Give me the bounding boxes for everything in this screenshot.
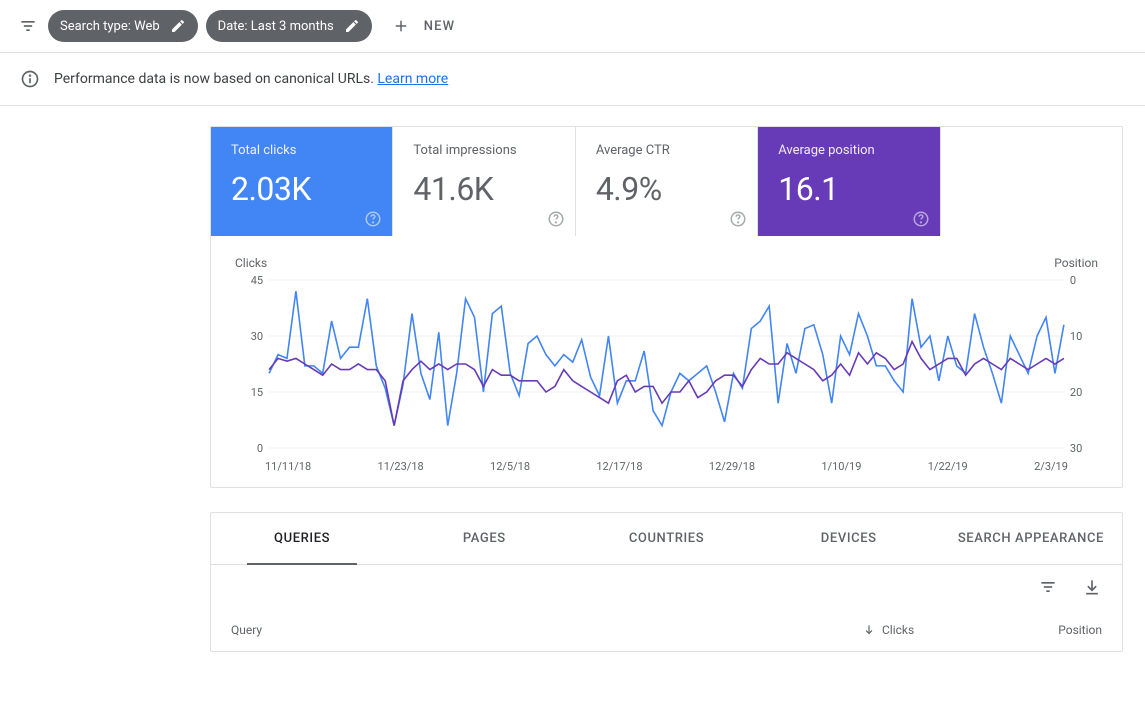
chart-x-labels: 11/11/18 11/23/18 12/5/18 12/17/18 12/29/18 1…	[235, 460, 1098, 473]
col-clicks[interactable]: Clicks	[862, 623, 1002, 637]
x-tick-label: 12/5/18	[490, 460, 530, 473]
search-type-label: Search type: Web	[60, 19, 160, 34]
svg-text:20: 20	[1070, 386, 1082, 399]
x-tick-label: 12/29/18	[709, 460, 755, 473]
filter-list-icon[interactable]	[16, 14, 40, 38]
metric-ctr-label: Average CTR	[596, 143, 737, 158]
filter-bar: Search type: Web Date: Last 3 months NEW	[0, 0, 1145, 53]
metric-ctr[interactable]: Average CTR 4.9%	[576, 127, 758, 236]
info-icon	[20, 69, 40, 89]
tab-search appearance[interactable]: SEARCH APPEARANCE	[940, 513, 1122, 564]
learn-more-link[interactable]: Learn more	[377, 71, 448, 87]
svg-text:30: 30	[1070, 442, 1082, 454]
help-icon[interactable]	[729, 210, 747, 228]
x-tick-label: 2/3/19	[1034, 460, 1068, 473]
x-tick-label: 1/10/19	[821, 460, 861, 473]
metric-position-label: Average position	[778, 143, 919, 158]
tab-queries[interactable]: QUERIES	[211, 513, 393, 564]
metric-position[interactable]: Average position 16.1	[758, 127, 940, 236]
plus-icon	[392, 17, 410, 35]
performance-chart[interactable]: 45 30 15 0 0 10 20 30	[235, 274, 1098, 454]
metric-ctr-value: 4.9%	[596, 170, 737, 208]
help-icon[interactable]	[912, 210, 930, 228]
svg-text:15: 15	[251, 386, 263, 399]
new-label: NEW	[424, 19, 456, 34]
queries-card: QUERIESPAGESCOUNTRIESDEVICESSEARCH APPEA…	[210, 512, 1123, 652]
x-tick-label: 1/22/19	[928, 460, 968, 473]
metric-impressions-label: Total impressions	[413, 143, 554, 158]
metric-empty	[941, 127, 1122, 236]
edit-icon	[344, 18, 360, 34]
date-chip[interactable]: Date: Last 3 months	[206, 10, 372, 42]
col-query[interactable]: Query	[231, 623, 862, 637]
svg-text:0: 0	[257, 442, 263, 454]
x-tick-label: 11/11/18	[265, 460, 311, 473]
chart-right-axis-label: Position	[1054, 256, 1098, 270]
metric-impressions[interactable]: Total impressions 41.6K	[393, 127, 575, 236]
col-clicks-label: Clicks	[882, 623, 914, 637]
help-icon[interactable]	[364, 210, 382, 228]
sort-desc-icon	[862, 623, 876, 637]
tab-pages[interactable]: PAGES	[393, 513, 575, 564]
info-banner: Performance data is now based on canonic…	[0, 53, 1145, 106]
table-header: Query Clicks Position	[211, 609, 1122, 651]
metric-clicks[interactable]: Total clicks 2.03K	[211, 127, 393, 236]
metric-clicks-value: 2.03K	[231, 170, 372, 208]
date-label: Date: Last 3 months	[218, 19, 334, 34]
tabs-row: QUERIESPAGESCOUNTRIESDEVICESSEARCH APPEA…	[211, 513, 1122, 565]
tab-devices[interactable]: DEVICES	[758, 513, 940, 564]
metric-impressions-value: 41.6K	[413, 170, 554, 208]
chart-area: Clicks Position 45301500102030 11/11/181…	[211, 236, 1122, 487]
svg-text:0: 0	[1070, 274, 1076, 287]
help-icon[interactable]	[547, 210, 565, 228]
filter-icon[interactable]	[1038, 577, 1058, 597]
metrics-row: Total clicks 2.03K Total impressions 41.…	[211, 127, 1122, 236]
svg-text:30: 30	[251, 330, 263, 343]
chart-left-axis-label: Clicks	[235, 256, 267, 270]
table-toolbar	[211, 565, 1122, 609]
content-area: Total clicks 2.03K Total impressions 41.…	[0, 106, 1145, 652]
new-filter-button[interactable]: NEW	[380, 17, 468, 35]
x-tick-label: 12/17/18	[596, 460, 642, 473]
search-type-chip[interactable]: Search type: Web	[48, 10, 198, 42]
col-position[interactable]: Position	[1002, 623, 1102, 637]
svg-text:45: 45	[251, 274, 263, 287]
tab-countries[interactable]: COUNTRIES	[575, 513, 757, 564]
metric-clicks-label: Total clicks	[231, 143, 372, 158]
x-tick-label: 11/23/18	[378, 460, 424, 473]
svg-text:10: 10	[1070, 330, 1082, 343]
edit-icon	[170, 18, 186, 34]
metric-position-value: 16.1	[778, 170, 919, 208]
info-text: Performance data is now based on canonic…	[54, 71, 377, 87]
download-icon[interactable]	[1082, 577, 1102, 597]
performance-card: Total clicks 2.03K Total impressions 41.…	[210, 126, 1123, 488]
